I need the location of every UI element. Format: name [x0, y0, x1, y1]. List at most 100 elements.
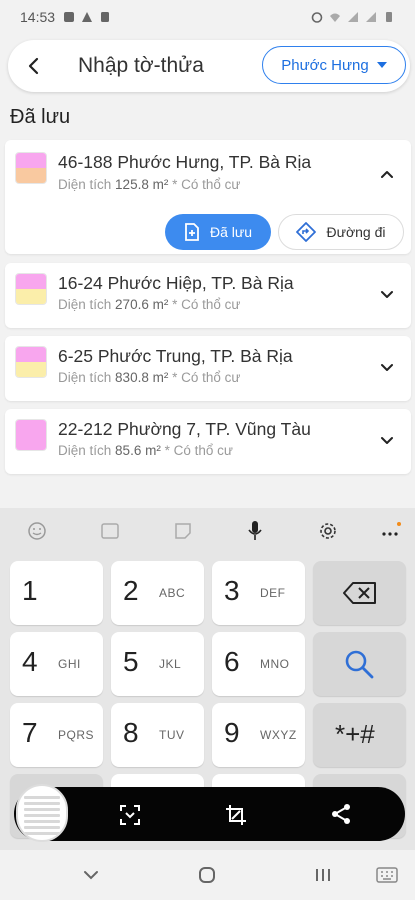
directions-button[interactable]: Đường đi — [278, 214, 404, 250]
search-key[interactable] — [313, 632, 406, 696]
saved-parcel-card[interactable]: 46-188 Phước Hưng, TP. Bà Rịa Diện tích … — [5, 140, 411, 254]
key-letters: WXYZ — [260, 728, 297, 742]
area-prefix: Diện tích — [58, 177, 112, 192]
key-digit: 5 — [123, 646, 139, 677]
land-type: * Có thổ cư — [172, 177, 241, 192]
microphone-icon[interactable] — [244, 520, 266, 542]
key-2[interactable]: 2 ABC — [111, 561, 204, 625]
area-value: 85.6 m² — [115, 443, 161, 458]
key-7[interactable]: 7 PQRS — [10, 703, 103, 767]
area-value: 830.8 m² — [115, 370, 169, 385]
screenshot-thumbnail[interactable] — [16, 784, 68, 842]
recent-apps-icon — [316, 869, 330, 881]
gif-icon[interactable] — [99, 520, 121, 542]
crop-button[interactable] — [224, 803, 248, 832]
notification-icon — [101, 12, 110, 22]
backspace-icon — [343, 582, 376, 604]
key-6[interactable]: 6 MNO — [212, 632, 305, 696]
key-letters: MNO — [260, 657, 290, 671]
key-letters: ABC — [159, 586, 186, 600]
search-icon — [345, 650, 374, 679]
keyboard-switch-button[interactable] — [376, 864, 398, 886]
saved-button[interactable]: Đã lưu — [165, 214, 271, 250]
notification-icon — [64, 12, 75, 22]
page-title: Nhập tờ-thửa — [78, 54, 204, 77]
area-value: 125.8 m² — [115, 177, 169, 192]
key-letters: GHI — [58, 657, 81, 671]
area-value: 270.6 m² — [115, 297, 169, 312]
keyboard-icon — [376, 867, 398, 883]
screenshot-toolbar — [14, 787, 405, 841]
parcel-title: 22-212 Phường 7, TP. Vũng Tàu — [58, 419, 311, 439]
symbols-key[interactable]: *+# — [313, 703, 406, 767]
chevron-down-icon — [381, 364, 393, 371]
parcel-title: 6-25 Phước Trung, TP. Bà Rịa — [58, 346, 293, 366]
bookmark-add-icon — [185, 223, 199, 241]
district-dropdown[interactable]: Phước Hưng — [262, 46, 406, 84]
parcel-subtitle: Diện tích 270.6 m² * Có thổ cư — [58, 297, 240, 312]
saved-button-label: Đã lưu — [209, 224, 253, 240]
land-type: * Có thổ cư — [172, 297, 241, 312]
battery-icon — [386, 12, 392, 22]
navigation-bar — [0, 850, 415, 900]
signal-icon — [348, 12, 358, 22]
status-bar: 14:53 — [0, 0, 415, 34]
key-3[interactable]: 3 DEF — [212, 561, 305, 625]
wifi-icon — [330, 13, 340, 22]
chevron-up-icon — [381, 171, 393, 178]
area-prefix: Diện tích — [58, 443, 112, 458]
symbols-label: *+# — [335, 719, 375, 749]
crop-icon — [226, 805, 246, 825]
hide-keyboard-button[interactable] — [80, 864, 102, 886]
key-8[interactable]: 8 TUV — [111, 703, 204, 767]
area-prefix: Diện tích — [58, 297, 112, 312]
expand-button[interactable] — [377, 431, 397, 451]
scroll-capture-button[interactable] — [118, 803, 142, 832]
collapse-button[interactable] — [377, 164, 397, 184]
key-digit: 3 — [224, 575, 240, 606]
key-digit: 8 — [123, 717, 139, 748]
key-1[interactable]: 1 — [10, 561, 103, 625]
parcel-subtitle: Diện tích 85.6 m² * Có thổ cư — [58, 443, 233, 458]
key-letters: JKL — [159, 657, 182, 671]
expand-button[interactable] — [377, 358, 397, 378]
back-button[interactable] — [14, 46, 54, 86]
key-9[interactable]: 9 WXYZ — [212, 703, 305, 767]
app-bar: Nhập tờ-thửa Phước Hưng — [8, 40, 410, 92]
key-letters: DEF — [260, 586, 286, 600]
recent-apps-button[interactable] — [312, 864, 334, 886]
more-options-icon[interactable] — [380, 520, 402, 542]
sticker-icon[interactable] — [172, 520, 194, 542]
saved-parcel-card[interactable]: 22-212 Phường 7, TP. Vũng Tàu Diện tích … — [5, 409, 411, 474]
district-label: Phước Hưng — [281, 56, 369, 74]
chevron-down-icon — [381, 437, 393, 444]
back-arrow-icon — [28, 57, 39, 75]
key-5[interactable]: 5 JKL — [111, 632, 204, 696]
parcel-color-swatch — [15, 346, 47, 378]
parcel-color-swatch — [15, 152, 47, 184]
key-4[interactable]: 4 GHI — [10, 632, 103, 696]
chevron-down-icon — [376, 62, 387, 68]
key-digit: 4 — [22, 646, 38, 677]
status-time: 14:53 — [20, 9, 56, 25]
expand-button[interactable] — [377, 285, 397, 305]
scroll-capture-icon — [120, 805, 140, 825]
directions-icon — [296, 222, 317, 242]
key-digit: 9 — [224, 717, 240, 748]
saved-parcel-card[interactable]: 6-25 Phước Trung, TP. Bà Rịa Diện tích 8… — [5, 336, 411, 401]
settings-gear-icon[interactable] — [317, 520, 339, 542]
emoji-icon[interactable] — [26, 520, 48, 542]
parcel-color-swatch — [15, 419, 47, 451]
home-icon — [199, 867, 215, 883]
chevron-down-icon — [84, 871, 98, 880]
saved-parcel-card[interactable]: 16-24 Phước Hiệp, TP. Bà Rịa Diện tích 2… — [5, 263, 411, 328]
keyboard-toolbar — [0, 508, 415, 552]
section-title: Đã lưu — [10, 106, 71, 128]
parcel-subtitle: Diện tích 125.8 m² * Có thổ cư — [58, 177, 240, 192]
warning-icon — [82, 12, 93, 22]
parcel-title: 16-24 Phước Hiệp, TP. Bà Rịa — [58, 273, 294, 293]
key-digit: 1 — [22, 575, 38, 606]
share-button[interactable] — [330, 803, 352, 830]
backspace-key[interactable] — [313, 561, 406, 625]
home-button[interactable] — [196, 864, 218, 886]
